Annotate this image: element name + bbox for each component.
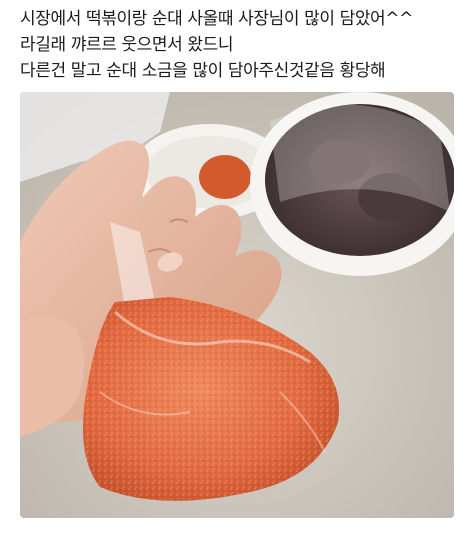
- caption-line-1: 시장에서 떡볶이랑 순대 사올때 사장님이 많이 담았어^^: [20, 9, 413, 29]
- post-caption: 시장에서 떡볶이랑 순대 사올때 사장님이 많이 담았어^^ 라길래 꺄르르 웃…: [20, 6, 460, 84]
- post-photo: [20, 92, 454, 518]
- caption-line-3: 다른건 말고 순대 소금을 많이 담아주신것같음 황당해: [20, 61, 386, 81]
- post: 시장에서 떡볶이랑 순대 사올때 사장님이 많이 담았어^^ 라길래 꺄르르 웃…: [0, 0, 474, 533]
- caption-line-2: 라길래 꺄르르 웃으면서 왔드니: [20, 35, 234, 55]
